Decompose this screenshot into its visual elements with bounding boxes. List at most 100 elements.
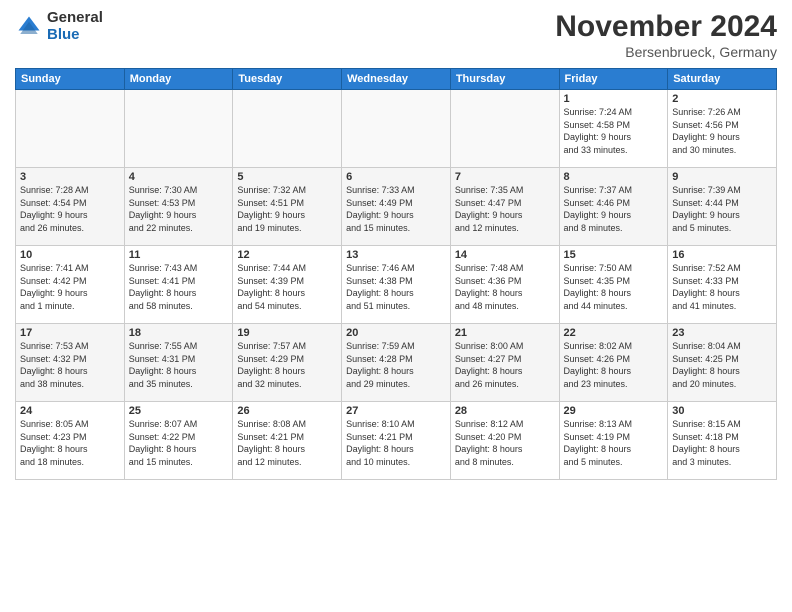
calendar-cell: 8Sunrise: 7:37 AM Sunset: 4:46 PM Daylig…	[559, 168, 668, 246]
day-number: 13	[346, 249, 446, 261]
calendar-cell: 28Sunrise: 8:12 AM Sunset: 4:20 PM Dayli…	[450, 402, 559, 480]
day-number: 7	[455, 171, 555, 183]
calendar-cell	[450, 90, 559, 168]
calendar-cell	[16, 90, 125, 168]
day-number: 10	[20, 249, 120, 261]
logo: General Blue	[15, 10, 103, 43]
header-tuesday: Tuesday	[233, 69, 342, 90]
day-info: Sunrise: 7:32 AM Sunset: 4:51 PM Dayligh…	[237, 184, 337, 234]
calendar-cell: 11Sunrise: 7:43 AM Sunset: 4:41 PM Dayli…	[124, 246, 233, 324]
day-number: 14	[455, 249, 555, 261]
logo-blue-text: Blue	[47, 27, 103, 44]
calendar-cell	[233, 90, 342, 168]
day-info: Sunrise: 7:35 AM Sunset: 4:47 PM Dayligh…	[455, 184, 555, 234]
calendar-cell: 30Sunrise: 8:15 AM Sunset: 4:18 PM Dayli…	[668, 402, 777, 480]
day-info: Sunrise: 7:53 AM Sunset: 4:32 PM Dayligh…	[20, 340, 120, 390]
day-number: 5	[237, 171, 337, 183]
day-info: Sunrise: 8:13 AM Sunset: 4:19 PM Dayligh…	[564, 418, 664, 468]
day-info: Sunrise: 7:41 AM Sunset: 4:42 PM Dayligh…	[20, 262, 120, 312]
logo-text: General Blue	[47, 10, 103, 43]
header-sunday: Sunday	[16, 69, 125, 90]
day-info: Sunrise: 8:05 AM Sunset: 4:23 PM Dayligh…	[20, 418, 120, 468]
day-info: Sunrise: 7:48 AM Sunset: 4:36 PM Dayligh…	[455, 262, 555, 312]
calendar-cell: 21Sunrise: 8:00 AM Sunset: 4:27 PM Dayli…	[450, 324, 559, 402]
day-number: 21	[455, 327, 555, 339]
week-row-4: 24Sunrise: 8:05 AM Sunset: 4:23 PM Dayli…	[16, 402, 777, 480]
day-number: 25	[129, 405, 229, 417]
calendar-cell: 6Sunrise: 7:33 AM Sunset: 4:49 PM Daylig…	[342, 168, 451, 246]
calendar-cell: 9Sunrise: 7:39 AM Sunset: 4:44 PM Daylig…	[668, 168, 777, 246]
week-row-0: 1Sunrise: 7:24 AM Sunset: 4:58 PM Daylig…	[16, 90, 777, 168]
day-info: Sunrise: 7:33 AM Sunset: 4:49 PM Dayligh…	[346, 184, 446, 234]
day-info: Sunrise: 7:30 AM Sunset: 4:53 PM Dayligh…	[129, 184, 229, 234]
day-info: Sunrise: 8:00 AM Sunset: 4:27 PM Dayligh…	[455, 340, 555, 390]
day-info: Sunrise: 8:04 AM Sunset: 4:25 PM Dayligh…	[672, 340, 772, 390]
day-info: Sunrise: 8:15 AM Sunset: 4:18 PM Dayligh…	[672, 418, 772, 468]
week-row-2: 10Sunrise: 7:41 AM Sunset: 4:42 PM Dayli…	[16, 246, 777, 324]
day-info: Sunrise: 8:08 AM Sunset: 4:21 PM Dayligh…	[237, 418, 337, 468]
day-number: 27	[346, 405, 446, 417]
day-number: 18	[129, 327, 229, 339]
day-info: Sunrise: 7:28 AM Sunset: 4:54 PM Dayligh…	[20, 184, 120, 234]
header-monday: Monday	[124, 69, 233, 90]
calendar-cell	[342, 90, 451, 168]
calendar-cell: 26Sunrise: 8:08 AM Sunset: 4:21 PM Dayli…	[233, 402, 342, 480]
header-row: Sunday Monday Tuesday Wednesday Thursday…	[16, 69, 777, 90]
calendar-cell: 22Sunrise: 8:02 AM Sunset: 4:26 PM Dayli…	[559, 324, 668, 402]
page: General Blue November 2024 Bersenbrueck,…	[0, 0, 792, 612]
calendar-cell: 3Sunrise: 7:28 AM Sunset: 4:54 PM Daylig…	[16, 168, 125, 246]
day-number: 17	[20, 327, 120, 339]
calendar-cell: 23Sunrise: 8:04 AM Sunset: 4:25 PM Dayli…	[668, 324, 777, 402]
day-number: 6	[346, 171, 446, 183]
logo-icon	[15, 13, 43, 41]
calendar-cell: 19Sunrise: 7:57 AM Sunset: 4:29 PM Dayli…	[233, 324, 342, 402]
day-number: 11	[129, 249, 229, 261]
day-number: 2	[672, 93, 772, 105]
day-info: Sunrise: 7:55 AM Sunset: 4:31 PM Dayligh…	[129, 340, 229, 390]
day-number: 9	[672, 171, 772, 183]
day-info: Sunrise: 7:57 AM Sunset: 4:29 PM Dayligh…	[237, 340, 337, 390]
day-number: 3	[20, 171, 120, 183]
day-number: 22	[564, 327, 664, 339]
calendar-cell: 2Sunrise: 7:26 AM Sunset: 4:56 PM Daylig…	[668, 90, 777, 168]
location-subtitle: Bersenbrueck, Germany	[555, 44, 777, 60]
calendar-cell: 7Sunrise: 7:35 AM Sunset: 4:47 PM Daylig…	[450, 168, 559, 246]
day-number: 23	[672, 327, 772, 339]
day-number: 1	[564, 93, 664, 105]
day-info: Sunrise: 8:10 AM Sunset: 4:21 PM Dayligh…	[346, 418, 446, 468]
week-row-3: 17Sunrise: 7:53 AM Sunset: 4:32 PM Dayli…	[16, 324, 777, 402]
day-info: Sunrise: 7:37 AM Sunset: 4:46 PM Dayligh…	[564, 184, 664, 234]
day-info: Sunrise: 7:43 AM Sunset: 4:41 PM Dayligh…	[129, 262, 229, 312]
day-info: Sunrise: 8:02 AM Sunset: 4:26 PM Dayligh…	[564, 340, 664, 390]
calendar-cell: 1Sunrise: 7:24 AM Sunset: 4:58 PM Daylig…	[559, 90, 668, 168]
logo-general-text: General	[47, 10, 103, 27]
day-info: Sunrise: 7:46 AM Sunset: 4:38 PM Dayligh…	[346, 262, 446, 312]
calendar-cell: 18Sunrise: 7:55 AM Sunset: 4:31 PM Dayli…	[124, 324, 233, 402]
calendar-cell: 24Sunrise: 8:05 AM Sunset: 4:23 PM Dayli…	[16, 402, 125, 480]
day-number: 4	[129, 171, 229, 183]
calendar-cell: 5Sunrise: 7:32 AM Sunset: 4:51 PM Daylig…	[233, 168, 342, 246]
day-number: 30	[672, 405, 772, 417]
day-info: Sunrise: 7:44 AM Sunset: 4:39 PM Dayligh…	[237, 262, 337, 312]
calendar-cell: 12Sunrise: 7:44 AM Sunset: 4:39 PM Dayli…	[233, 246, 342, 324]
calendar-cell: 16Sunrise: 7:52 AM Sunset: 4:33 PM Dayli…	[668, 246, 777, 324]
calendar-table: Sunday Monday Tuesday Wednesday Thursday…	[15, 68, 777, 480]
day-info: Sunrise: 7:50 AM Sunset: 4:35 PM Dayligh…	[564, 262, 664, 312]
calendar-cell: 17Sunrise: 7:53 AM Sunset: 4:32 PM Dayli…	[16, 324, 125, 402]
day-info: Sunrise: 8:12 AM Sunset: 4:20 PM Dayligh…	[455, 418, 555, 468]
day-number: 29	[564, 405, 664, 417]
week-row-1: 3Sunrise: 7:28 AM Sunset: 4:54 PM Daylig…	[16, 168, 777, 246]
calendar-cell: 4Sunrise: 7:30 AM Sunset: 4:53 PM Daylig…	[124, 168, 233, 246]
day-number: 28	[455, 405, 555, 417]
header: General Blue November 2024 Bersenbrueck,…	[15, 10, 777, 60]
day-number: 16	[672, 249, 772, 261]
calendar-cell: 14Sunrise: 7:48 AM Sunset: 4:36 PM Dayli…	[450, 246, 559, 324]
header-thursday: Thursday	[450, 69, 559, 90]
day-number: 26	[237, 405, 337, 417]
day-number: 20	[346, 327, 446, 339]
calendar-cell: 10Sunrise: 7:41 AM Sunset: 4:42 PM Dayli…	[16, 246, 125, 324]
day-number: 8	[564, 171, 664, 183]
day-info: Sunrise: 7:59 AM Sunset: 4:28 PM Dayligh…	[346, 340, 446, 390]
day-number: 15	[564, 249, 664, 261]
day-info: Sunrise: 7:26 AM Sunset: 4:56 PM Dayligh…	[672, 106, 772, 156]
